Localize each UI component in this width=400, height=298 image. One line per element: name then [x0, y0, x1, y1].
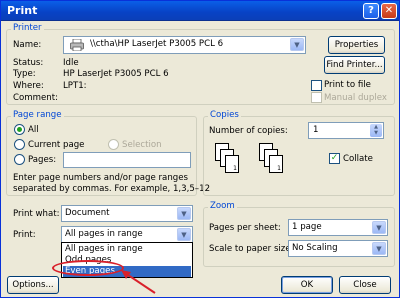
where-value: LPT1:	[63, 81, 87, 91]
pages-radio[interactable]	[14, 154, 25, 165]
selection-label: Selection	[122, 140, 162, 150]
pages-per-sheet-label: Pages per sheet:	[209, 223, 281, 233]
all-radio[interactable]	[14, 124, 25, 135]
page-range-help-line2: separated by commas. For example, 1,3,5–…	[13, 184, 211, 194]
pages-per-sheet-value: 1 page	[292, 222, 322, 232]
where-label: Where:	[13, 81, 44, 91]
chevron-down-icon[interactable]: ▼	[177, 207, 191, 220]
type-value: HP LaserJet P3005 PCL 6	[63, 69, 169, 79]
print-label: Print:	[13, 230, 36, 240]
status-value: Idle	[63, 58, 79, 68]
print-value: All pages in range	[65, 229, 143, 239]
print-to-file-label[interactable]: Print to file	[324, 80, 371, 90]
comment-label: Comment:	[13, 93, 58, 103]
printer-name-select[interactable]: \\ctha\HP LaserJet P3005 PCL 6 ▼	[63, 36, 306, 54]
number-of-copies-value: 1	[313, 125, 319, 135]
number-of-copies-input[interactable]: 1 ▲ ▼	[308, 122, 384, 139]
status-label: Status:	[13, 58, 44, 68]
print-to-file-checkbox[interactable]	[311, 80, 322, 91]
pages-label[interactable]: Pages:	[28, 155, 56, 165]
current-page-radio[interactable]	[14, 139, 25, 150]
properties-button[interactable]: Properties	[328, 36, 385, 54]
copies-group-label: Copies	[208, 110, 241, 120]
print-select[interactable]: All pages in range ▼	[61, 226, 193, 243]
scale-to-paper-size-label: Scale to paper size:	[209, 244, 294, 254]
current-page-label[interactable]: Current page	[28, 140, 84, 150]
chevron-down-icon[interactable]: ▼	[372, 242, 386, 255]
page-range-help-line1: Enter page numbers and/or page ranges	[13, 173, 188, 183]
print-option-all-pages[interactable]: All pages in range	[63, 244, 191, 255]
zoom-group	[203, 207, 395, 267]
ok-button[interactable]: OK	[281, 276, 333, 294]
help-button[interactable]: ?	[363, 3, 379, 19]
all-label[interactable]: All	[28, 125, 39, 135]
print-what-label: Print what:	[13, 209, 60, 219]
chevron-down-icon[interactable]: ▼	[177, 228, 191, 241]
zoom-group-label: Zoom	[208, 201, 237, 211]
copies-spinner[interactable]: ▲ ▼	[370, 124, 382, 137]
chevron-down-icon[interactable]: ▼	[372, 221, 386, 234]
print-what-value: Document	[65, 208, 110, 218]
print-dialog: Print ? ✕ Printer Name: \\ctha\HP LaserJ…	[0, 0, 400, 298]
type-label: Type:	[13, 69, 36, 79]
close-window-button[interactable]: ✕	[381, 3, 397, 19]
print-what-select[interactable]: Document ▼	[61, 205, 193, 222]
scale-to-paper-size-select[interactable]: No Scaling ▼	[288, 240, 388, 257]
window-title: Print	[7, 4, 38, 17]
annotation-arrow-icon	[121, 270, 156, 294]
close-button[interactable]: Close	[339, 276, 391, 294]
manual-duplex-checkbox	[311, 92, 322, 103]
collate-icon: 3 2 1 3 2 1	[213, 143, 303, 183]
scale-to-paper-size-value: No Scaling	[292, 243, 338, 253]
chevron-down-icon[interactable]: ▼	[290, 38, 304, 51]
selection-radio	[108, 139, 119, 150]
pages-input[interactable]	[63, 152, 191, 168]
manual-duplex-label: Manual duplex	[324, 93, 387, 103]
title-bar[interactable]: Print ? ✕	[1, 1, 399, 21]
annotation-ellipse	[52, 260, 124, 276]
printer-name-label: Name:	[13, 40, 42, 50]
number-of-copies-label: Number of copies:	[209, 126, 288, 136]
printer-group-label: Printer	[11, 23, 44, 33]
find-printer-button[interactable]: Find Printer...	[324, 56, 385, 74]
printer-icon	[70, 38, 84, 52]
collate-checkbox[interactable]: ✓	[329, 153, 340, 164]
collate-label[interactable]: Collate	[343, 154, 373, 164]
pages-per-sheet-select[interactable]: 1 page ▼	[288, 219, 388, 236]
printer-name-value: \\ctha\HP LaserJet P3005 PCL 6	[90, 39, 224, 49]
options-button[interactable]: Options...	[7, 276, 59, 294]
page-range-group-label: Page range	[11, 110, 64, 120]
